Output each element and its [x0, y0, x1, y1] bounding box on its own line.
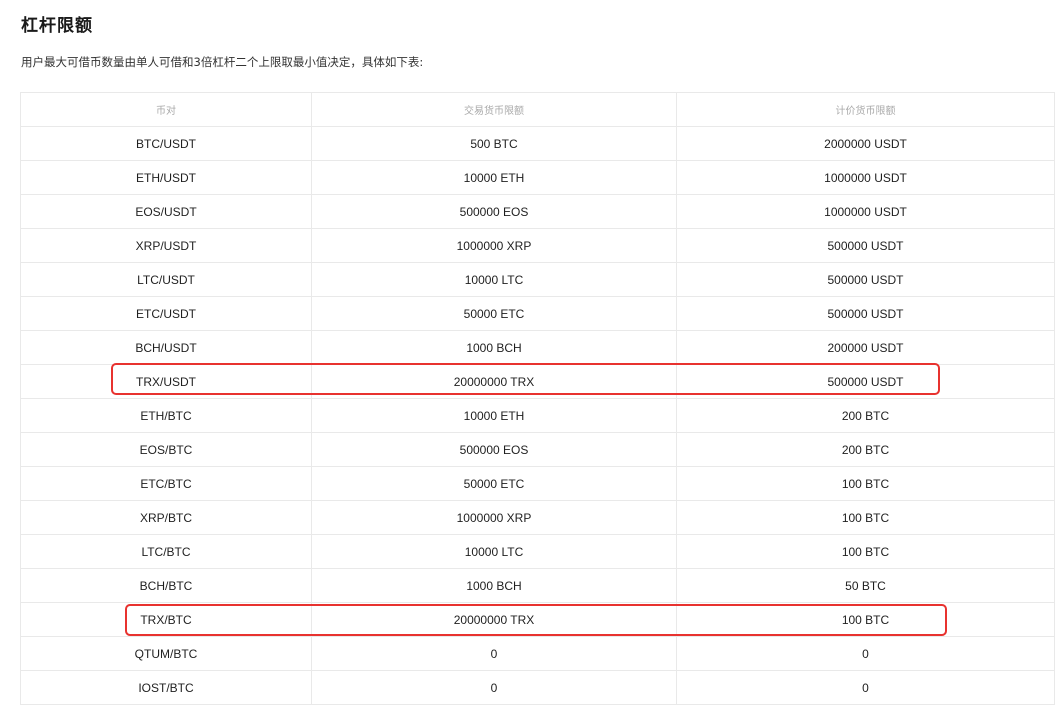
table-row: ETC/BTC 50000 ETC 100 BTC	[20, 466, 1055, 501]
trade-limit-cell: 0	[311, 636, 677, 671]
pair-cell: TRX/BTC	[20, 602, 312, 637]
pair-cell: ETC/USDT	[20, 296, 312, 331]
trade-limit-cell: 1000 BCH	[311, 330, 677, 365]
table-row: IOST/BTC 0 0	[20, 670, 1055, 705]
quote-limit-cell: 500000 USDT	[676, 228, 1055, 263]
pair-cell: ETH/BTC	[20, 398, 312, 433]
quote-limit-cell: 200000 USDT	[676, 330, 1055, 365]
table-row: LTC/BTC 10000 LTC 100 BTC	[20, 534, 1055, 569]
table-row: ETH/BTC 10000 ETH 200 BTC	[20, 398, 1055, 433]
pair-cell: LTC/BTC	[20, 534, 312, 569]
table-row: ETC/USDT 50000 ETC 500000 USDT	[20, 296, 1055, 331]
table-row: TRX/BTC 20000000 TRX 100 BTC	[20, 602, 1055, 637]
pair-cell: EOS/USDT	[20, 194, 312, 229]
quote-limit-cell: 100 BTC	[676, 534, 1055, 569]
column-header-trade-limit: 交易货币限额	[311, 92, 677, 127]
pair-cell: ETC/BTC	[20, 466, 312, 501]
pair-cell: ETH/USDT	[20, 160, 312, 195]
trade-limit-cell: 20000000 TRX	[311, 602, 677, 637]
table-row: EOS/USDT 500000 EOS 1000000 USDT	[20, 194, 1055, 229]
quote-limit-cell: 200 BTC	[676, 398, 1055, 433]
quote-limit-cell: 1000000 USDT	[676, 194, 1055, 229]
leverage-limit-table: 币对 交易货币限额 计价货币限额 BTC/USDT 500 BTC 200000…	[20, 92, 1055, 705]
table-row: BCH/BTC 1000 BCH 50 BTC	[20, 568, 1055, 603]
table-row: QTUM/BTC 0 0	[20, 636, 1055, 671]
quote-limit-cell: 100 BTC	[676, 466, 1055, 501]
trade-limit-cell: 10000 LTC	[311, 262, 677, 297]
trade-limit-cell: 500000 EOS	[311, 432, 677, 467]
column-header-quote-limit: 计价货币限额	[676, 92, 1055, 127]
leverage-limit-page: 杠杆限额 用户最大可借币数量由单人可借和3倍杠杆二个上限取最小值决定，具体如下表…	[0, 0, 1060, 709]
trade-limit-cell: 1000 BCH	[311, 568, 677, 603]
quote-limit-cell: 1000000 USDT	[676, 160, 1055, 195]
trade-limit-cell: 500000 EOS	[311, 194, 677, 229]
table-row: BTC/USDT 500 BTC 2000000 USDT	[20, 126, 1055, 161]
trade-limit-cell: 10000 ETH	[311, 398, 677, 433]
quote-limit-cell: 2000000 USDT	[676, 126, 1055, 161]
table-row: ETH/USDT 10000 ETH 1000000 USDT	[20, 160, 1055, 195]
column-header-pair: 币对	[20, 92, 312, 127]
quote-limit-cell: 500000 USDT	[676, 262, 1055, 297]
table-row: XRP/BTC 1000000 XRP 100 BTC	[20, 500, 1055, 535]
trade-limit-cell: 10000 ETH	[311, 160, 677, 195]
table-row: LTC/USDT 10000 LTC 500000 USDT	[20, 262, 1055, 297]
table-row: BCH/USDT 1000 BCH 200000 USDT	[20, 330, 1055, 365]
page-description: 用户最大可借币数量由单人可借和3倍杠杆二个上限取最小值决定，具体如下表:	[21, 55, 424, 69]
pair-cell: IOST/BTC	[20, 670, 312, 705]
pair-cell: LTC/USDT	[20, 262, 312, 297]
page-title: 杠杆限额	[21, 16, 93, 36]
quote-limit-cell: 50 BTC	[676, 568, 1055, 603]
pair-cell: XRP/BTC	[20, 500, 312, 535]
quote-limit-cell: 500000 USDT	[676, 296, 1055, 331]
quote-limit-cell: 100 BTC	[676, 602, 1055, 637]
quote-limit-cell: 500000 USDT	[676, 364, 1055, 399]
table-row: XRP/USDT 1000000 XRP 500000 USDT	[20, 228, 1055, 263]
trade-limit-cell: 500 BTC	[311, 126, 677, 161]
trade-limit-cell: 20000000 TRX	[311, 364, 677, 399]
trade-limit-cell: 1000000 XRP	[311, 500, 677, 535]
pair-cell: BCH/BTC	[20, 568, 312, 603]
quote-limit-cell: 200 BTC	[676, 432, 1055, 467]
table-row: EOS/BTC 500000 EOS 200 BTC	[20, 432, 1055, 467]
trade-limit-cell: 50000 ETC	[311, 466, 677, 501]
trade-limit-cell: 50000 ETC	[311, 296, 677, 331]
pair-cell: XRP/USDT	[20, 228, 312, 263]
trade-limit-cell: 10000 LTC	[311, 534, 677, 569]
pair-cell: BCH/USDT	[20, 330, 312, 365]
quote-limit-cell: 0	[676, 636, 1055, 671]
quote-limit-cell: 0	[676, 670, 1055, 705]
pair-cell: TRX/USDT	[20, 364, 312, 399]
trade-limit-cell: 1000000 XRP	[311, 228, 677, 263]
table-row: TRX/USDT 20000000 TRX 500000 USDT	[20, 364, 1055, 399]
pair-cell: QTUM/BTC	[20, 636, 312, 671]
quote-limit-cell: 100 BTC	[676, 500, 1055, 535]
trade-limit-cell: 0	[311, 670, 677, 705]
pair-cell: EOS/BTC	[20, 432, 312, 467]
table-header-row: 币对 交易货币限额 计价货币限额	[20, 92, 1055, 127]
pair-cell: BTC/USDT	[20, 126, 312, 161]
